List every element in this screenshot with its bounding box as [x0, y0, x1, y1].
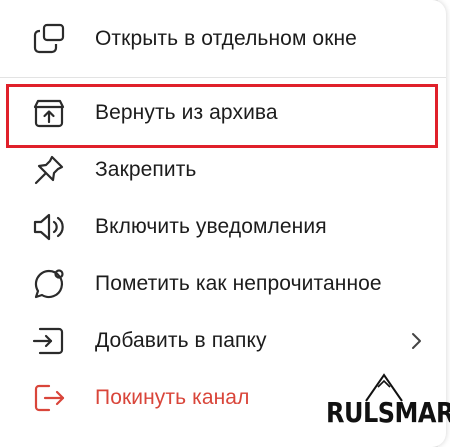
menu-item-label: Вернуть из архива — [95, 100, 278, 124]
leave-icon — [29, 378, 69, 418]
speaker-icon — [29, 207, 69, 247]
pin-icon — [29, 150, 69, 190]
menu-item-open-window[interactable]: Открыть в отдельном окне — [0, 10, 446, 67]
menu-item-mark-unread[interactable]: Пометить как непрочитанное — [0, 255, 446, 312]
unarchive-icon — [29, 93, 69, 133]
menu-item-pin[interactable]: Закрепить — [0, 141, 446, 198]
watermark-text: RULSMART — [326, 396, 450, 429]
menu-item-enable-notifications[interactable]: Включить уведомления — [0, 198, 446, 255]
menu-item-label: Включить уведомления — [95, 214, 327, 238]
menu-item-label: Открыть в отдельном окне — [95, 26, 357, 50]
menu-item-unarchive[interactable]: Вернуть из архива — [0, 84, 446, 141]
menu-item-label: Добавить в папку — [95, 328, 267, 352]
chat-bubble-icon — [29, 264, 69, 304]
watermark: RULSMART — [326, 363, 450, 429]
menu-item-label: Покинуть канал — [95, 385, 250, 409]
chevron-right-icon — [412, 332, 421, 349]
menu-item-label: Пометить как непрочитанное — [95, 271, 382, 295]
screenshot-stage: Открыть в отдельном окне Вернуть из архи… — [0, 0, 450, 447]
folder-add-icon — [29, 321, 69, 361]
open-window-icon — [29, 19, 69, 59]
menu-separator — [0, 77, 446, 78]
menu-item-label: Закрепить — [95, 157, 197, 181]
menu-item-add-to-folder[interactable]: Добавить в папку — [0, 312, 446, 369]
